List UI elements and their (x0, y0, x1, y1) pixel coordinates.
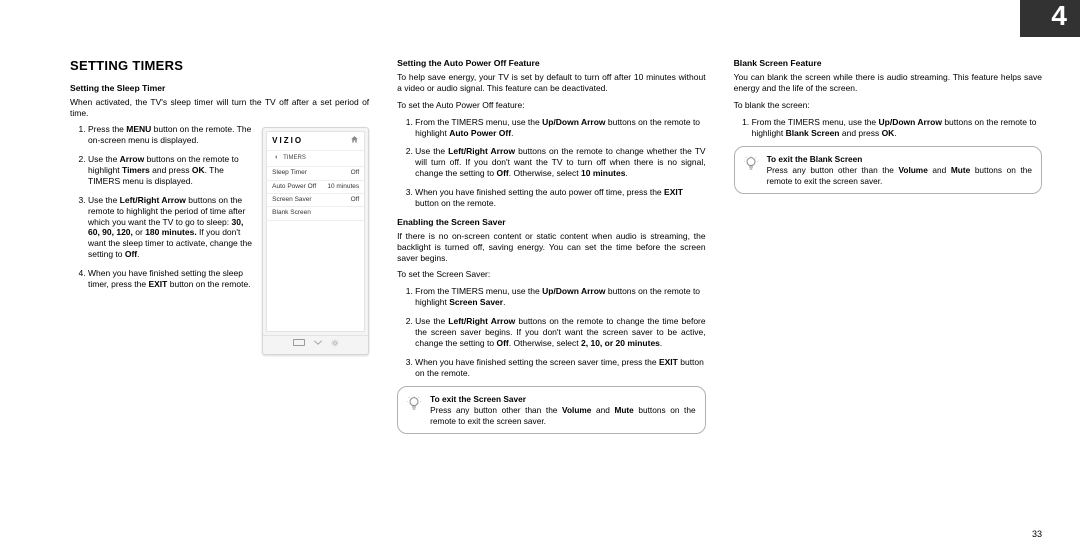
list-item: Use the Left/Right Arrow buttons on the … (415, 146, 705, 179)
page-number: 33 (1032, 529, 1042, 539)
menu-footer-icons (263, 335, 368, 355)
section-heading: SETTING TIMERS (70, 58, 369, 75)
list-item: When you have finished setting the auto … (415, 187, 705, 209)
tip-exit-screen-saver: To exit the Screen Saver Press any butto… (397, 386, 705, 434)
list-item: Use the Left/Right Arrow buttons on the … (415, 316, 705, 349)
auto-power-intro: To help save energy, your TV is set by d… (397, 72, 705, 94)
column-3: Blank Screen Feature You can blank the s… (734, 58, 1042, 434)
tip-exit-blank-screen: To exit the Blank Screen Press any butto… (734, 146, 1042, 194)
menu-row: Auto Power Off10 minutes (267, 181, 364, 194)
menu-row: Sleep TimerOff (267, 167, 364, 180)
auto-power-steps: From the TIMERS menu, use the Up/Down Ar… (397, 117, 705, 209)
tip-heading: To exit the Screen Saver (430, 394, 526, 404)
menu-crumb-label: TIMERS (283, 155, 306, 163)
page-body: SETTING TIMERS Setting the Sleep Timer W… (70, 58, 1042, 539)
menu-row: Blank Screen (267, 207, 364, 220)
chevron-down-icon (313, 339, 323, 351)
lightbulb-icon (743, 155, 759, 171)
auto-power-heading: Setting the Auto Power Off Feature (397, 58, 705, 69)
column-2: Setting the Auto Power Off Feature To he… (397, 58, 705, 434)
back-icon (272, 153, 280, 165)
timers-menu-illustration: VIZIO TIMERS Sleep TimerOff Auto Power O… (262, 127, 369, 355)
sleep-timer-intro: When activated, the TV's sleep timer wil… (70, 97, 369, 119)
gear-icon (331, 339, 339, 351)
screen-saver-intro: If there is no on-screen content or stat… (397, 231, 705, 264)
list-item: From the TIMERS menu, use the Up/Down Ar… (415, 286, 705, 308)
screen-saver-heading: Enabling the Screen Saver (397, 217, 705, 228)
lightbulb-icon (406, 395, 422, 411)
screen-saver-steps: From the TIMERS menu, use the Up/Down Ar… (397, 286, 705, 378)
column-1: SETTING TIMERS Setting the Sleep Timer W… (70, 58, 369, 434)
list-item: From the TIMERS menu, use the Up/Down Ar… (415, 117, 705, 139)
screen-saver-lead: To set the Screen Saver: (397, 269, 705, 280)
home-icon (350, 135, 359, 147)
menu-brand: VIZIO (272, 136, 303, 146)
chapter-number: 4 (1051, 0, 1068, 32)
tip-heading: To exit the Blank Screen (767, 154, 863, 164)
blank-screen-lead: To blank the screen: (734, 100, 1042, 111)
blank-screen-steps: From the TIMERS menu, use the Up/Down Ar… (734, 117, 1042, 139)
wide-icon (293, 339, 305, 351)
list-item: When you have finished setting the scree… (415, 357, 705, 379)
sleep-timer-heading: Setting the Sleep Timer (70, 83, 369, 94)
blank-screen-intro: You can blank the screen while there is … (734, 72, 1042, 94)
chapter-strip: 4 (1020, 0, 1080, 37)
blank-screen-heading: Blank Screen Feature (734, 58, 1042, 69)
auto-power-lead: To set the Auto Power Off feature: (397, 100, 705, 111)
list-item: From the TIMERS menu, use the Up/Down Ar… (752, 117, 1042, 139)
menu-row: Screen SaverOff (267, 194, 364, 207)
